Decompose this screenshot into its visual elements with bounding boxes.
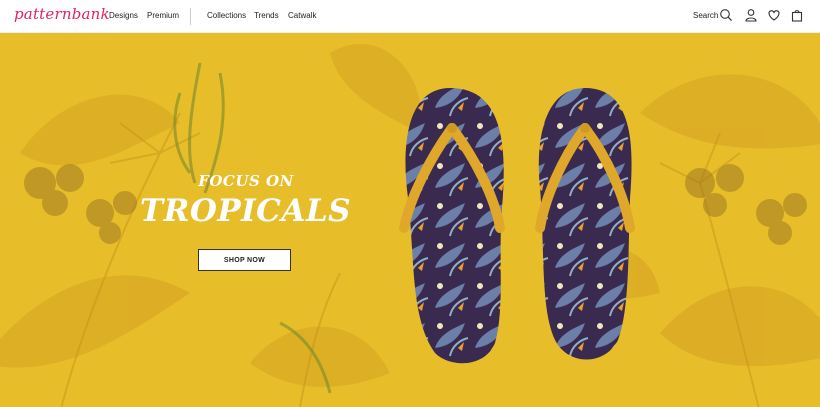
hero-banner: FOCUS ON TROPICALS SHOP NOW	[0, 33, 820, 407]
nav-designs[interactable]: Designs	[109, 11, 138, 20]
brand-logo[interactable]: patternbank	[14, 5, 110, 23]
search-label[interactable]: Search	[693, 11, 718, 20]
shop-now-button[interactable]: SHOP NOW	[198, 249, 291, 271]
bag-icon[interactable]	[790, 8, 804, 22]
user-icon[interactable]	[744, 8, 758, 22]
search-icon[interactable]	[719, 8, 733, 22]
nav-trends[interactable]: Trends	[254, 11, 279, 20]
nav-collections[interactable]: Collections	[207, 11, 246, 20]
heart-icon[interactable]	[767, 8, 781, 22]
nav-premium[interactable]: Premium	[147, 11, 179, 20]
hero-kicker: FOCUS ON	[198, 172, 294, 190]
top-navigation-bar: patternbank Designs Premium Collections …	[0, 0, 820, 33]
nav-divider	[190, 8, 191, 25]
hero-headline: TROPICALS	[140, 193, 352, 229]
flip-flops-illustration	[399, 88, 635, 364]
nav-catwalk[interactable]: Catwalk	[288, 11, 316, 20]
